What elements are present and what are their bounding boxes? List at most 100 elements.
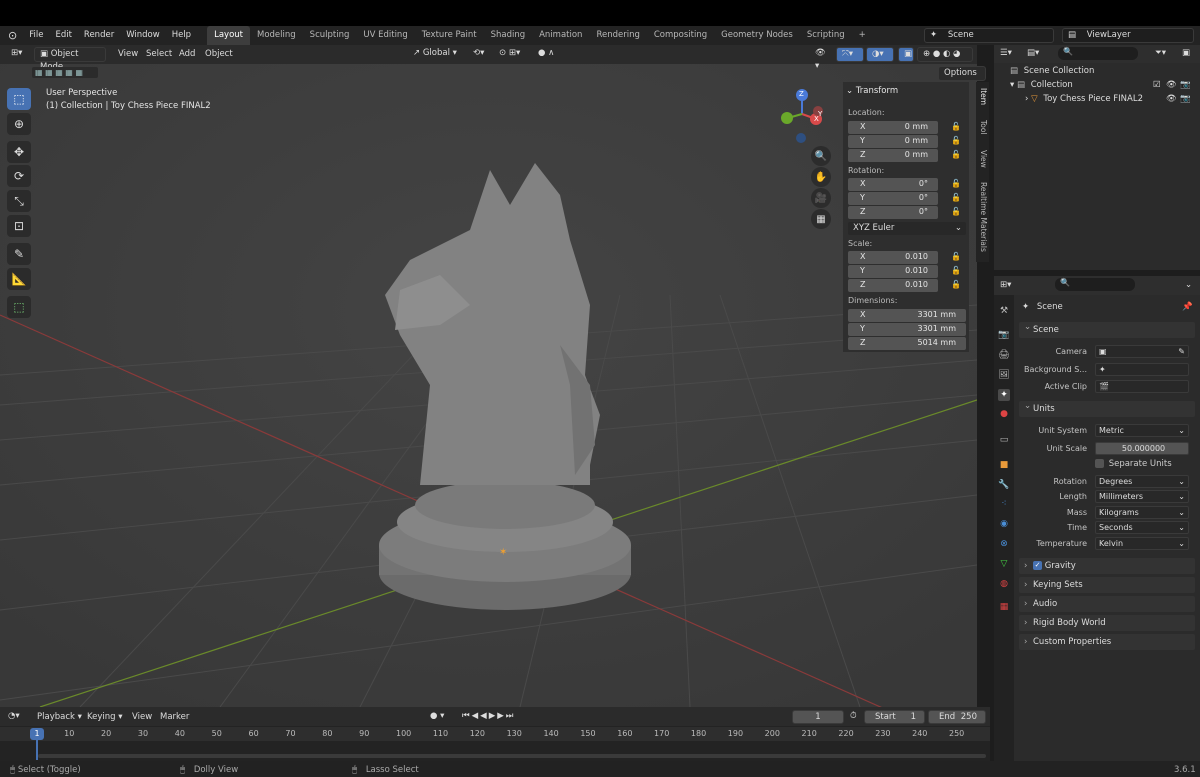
current-frame-field[interactable]: 1 <box>792 710 844 724</box>
data-mesh-icon[interactable]: ▽ <box>998 558 1010 570</box>
chess-knight-model[interactable] <box>0 45 977 707</box>
constraints-icon[interactable]: ⊗ <box>998 538 1010 550</box>
start-frame-field[interactable]: Start 1 <box>864 710 925 724</box>
marker-menu[interactable]: Marker <box>160 712 189 722</box>
chevron-right-icon[interactable]: › <box>1025 94 1028 104</box>
options-dropdown[interactable]: Options ▾ <box>938 66 986 91</box>
object-icon[interactable]: ■ <box>998 459 1010 471</box>
lock-icon[interactable]: 🔓 <box>951 136 961 145</box>
properties-editor-icon[interactable]: ⊞▾ <box>1000 280 1011 290</box>
scene-panel-header[interactable]: Scene <box>1019 319 1195 338</box>
chevron-down-icon[interactable]: ⌄ <box>1185 280 1192 290</box>
stopwatch-icon[interactable]: ⏱ <box>850 711 857 721</box>
menu-help[interactable]: Help <box>166 26 197 45</box>
menu-select[interactable]: Select <box>146 49 172 59</box>
material-icon[interactable]: ◍ <box>998 578 1010 590</box>
length-dropdown[interactable]: Millimeters ⌄ <box>1095 490 1189 503</box>
pan-hand-icon[interactable]: ✋ <box>811 167 831 187</box>
menu-window[interactable]: Window <box>120 26 166 45</box>
tab-tool[interactable]: Tool <box>977 120 988 135</box>
tool-settings-icon[interactable]: ⚒ <box>998 305 1010 317</box>
rotation-z-field[interactable]: Z 0° <box>848 206 938 219</box>
eye-icon[interactable]: 👁 <box>1166 94 1177 104</box>
camera-icon[interactable]: 📷 <box>1180 80 1191 90</box>
location-y-field[interactable]: Y0 mm <box>848 135 938 148</box>
tab-scripting[interactable]: Scripting <box>800 26 852 45</box>
checkbox-icon[interactable]: ✓ <box>1033 561 1042 570</box>
output-icon[interactable]: 🖨 <box>998 349 1010 361</box>
world-icon[interactable]: ● <box>998 408 1010 420</box>
lock-icon[interactable]: 🔓 <box>951 280 961 289</box>
tab-animation[interactable]: Animation <box>532 26 589 45</box>
render-icon[interactable]: 📷 <box>998 329 1010 341</box>
playback-controls[interactable]: ⏮◀◀▶▶⏭ <box>462 711 515 721</box>
3d-viewport[interactable]: ✶ <box>0 45 977 707</box>
scale-tool[interactable]: ⤡ <box>7 190 31 212</box>
scale-x-field[interactable]: X 0.010 <box>848 251 938 264</box>
lock-icon[interactable]: 🔓 <box>951 207 961 216</box>
background-scene-field[interactable]: ✦ <box>1095 363 1189 376</box>
select-box-tool[interactable]: ⬚ <box>7 88 31 110</box>
dimensions-x-field[interactable]: X 3301 mm <box>848 309 966 322</box>
scale-z-field[interactable]: Z 0.010 <box>848 279 938 292</box>
outliner-search-input[interactable]: 🔍 <box>1058 47 1138 60</box>
menu-object[interactable]: Object <box>205 49 233 59</box>
visibility-button[interactable]: 👁▾ <box>810 47 834 71</box>
timeline-scrollbar[interactable] <box>38 754 986 758</box>
keying-sets-panel-header[interactable]: Keying Sets <box>1019 577 1195 593</box>
chevron-down-icon[interactable]: ▾ <box>1010 80 1014 90</box>
location-x-field[interactable]: X0 mm <box>848 121 938 134</box>
blender-logo-icon[interactable]: ⊙ <box>0 26 23 45</box>
new-collection-icon[interactable]: ▣ <box>1182 48 1190 58</box>
tab-rendering[interactable]: Rendering <box>589 26 646 45</box>
add-cube-tool[interactable]: ⬚ <box>7 296 31 318</box>
orientation-dropdown[interactable]: ↗ Global ▾ <box>408 47 464 62</box>
tab-compositing[interactable]: Compositing <box>647 26 714 45</box>
cursor-tool[interactable]: ⊕ <box>7 113 31 135</box>
zoom-icon[interactable]: 🔍 <box>811 146 831 166</box>
playhead[interactable]: 1 <box>30 728 44 740</box>
perspective-grid-icon[interactable]: ▦ <box>811 209 831 229</box>
lock-icon[interactable]: 🔓 <box>951 266 961 275</box>
pin-icon[interactable]: 📌 <box>1182 302 1193 312</box>
transform-panel-header[interactable]: ⌄ Transform <box>846 86 898 96</box>
shading-mode-buttons[interactable]: ⊕ ● ◐ ◕ <box>917 47 973 62</box>
outliner-row-scene-collection[interactable]: ▤ Scene Collection <box>1010 66 1094 76</box>
camera-field[interactable]: ▣ ✎ <box>1095 345 1189 358</box>
audio-panel-header[interactable]: Audio <box>1019 596 1195 612</box>
transform-tool[interactable]: ⊡ <box>7 215 31 237</box>
active-clip-field[interactable]: 🎬 <box>1095 380 1189 393</box>
unit-scale-field[interactable]: 50.000000 <box>1095 442 1189 455</box>
separate-units-checkbox[interactable]: Separate Units <box>1095 459 1172 469</box>
menu-view[interactable]: View <box>118 49 138 59</box>
tab-view[interactable]: View <box>977 150 988 168</box>
menu-edit[interactable]: Edit <box>49 26 77 45</box>
overlay-toggle-button[interactable]: ◑▾ <box>866 47 894 62</box>
scene-icon[interactable]: ✦ <box>998 389 1010 401</box>
time-dropdown[interactable]: Seconds ⌄ <box>1095 521 1189 534</box>
gizmo-toggle-button[interactable]: ⤧▾ <box>836 47 864 62</box>
checkbox-icon[interactable]: ☑ <box>1153 80 1161 90</box>
camera-icon[interactable]: 📷 <box>1180 94 1191 104</box>
gravity-panel-header[interactable]: ✓ Gravity <box>1019 558 1195 574</box>
collection-icon[interactable]: ▭ <box>998 434 1010 446</box>
outliner-row-collection[interactable]: ▾ ▤ Collection <box>1010 80 1073 90</box>
menu-render[interactable]: Render <box>78 26 120 45</box>
editor-type-button[interactable]: ⊞▾ <box>6 47 30 62</box>
end-frame-field[interactable]: End 250 <box>928 710 986 724</box>
filter-icon[interactable]: ⏷▾ <box>1155 48 1166 58</box>
tab-geometry-nodes[interactable]: Geometry Nodes <box>714 26 800 45</box>
tab-layout[interactable]: Layout <box>207 26 250 45</box>
tab-uv-editing[interactable]: UV Editing <box>356 26 414 45</box>
timeline-editor-icon[interactable]: ◔▾ <box>8 711 20 721</box>
viewlayer-selector[interactable]: ▤ ViewLayer <box>1062 28 1194 43</box>
eyedropper-icon[interactable]: ✎ <box>1178 346 1185 357</box>
lock-icon[interactable]: 🔓 <box>951 150 961 159</box>
rotation-units-dropdown[interactable]: Degrees ⌄ <box>1095 475 1189 488</box>
playback-menu[interactable]: Playback ▾ <box>37 712 82 722</box>
pivot-point-button[interactable]: ⟲▾ <box>468 47 492 62</box>
properties-search-input[interactable]: 🔍 <box>1055 278 1135 291</box>
texture-icon[interactable]: ▦ <box>998 601 1010 613</box>
scale-y-field[interactable]: Y 0.010 <box>848 265 938 278</box>
tab-texture-paint[interactable]: Texture Paint <box>415 26 484 45</box>
